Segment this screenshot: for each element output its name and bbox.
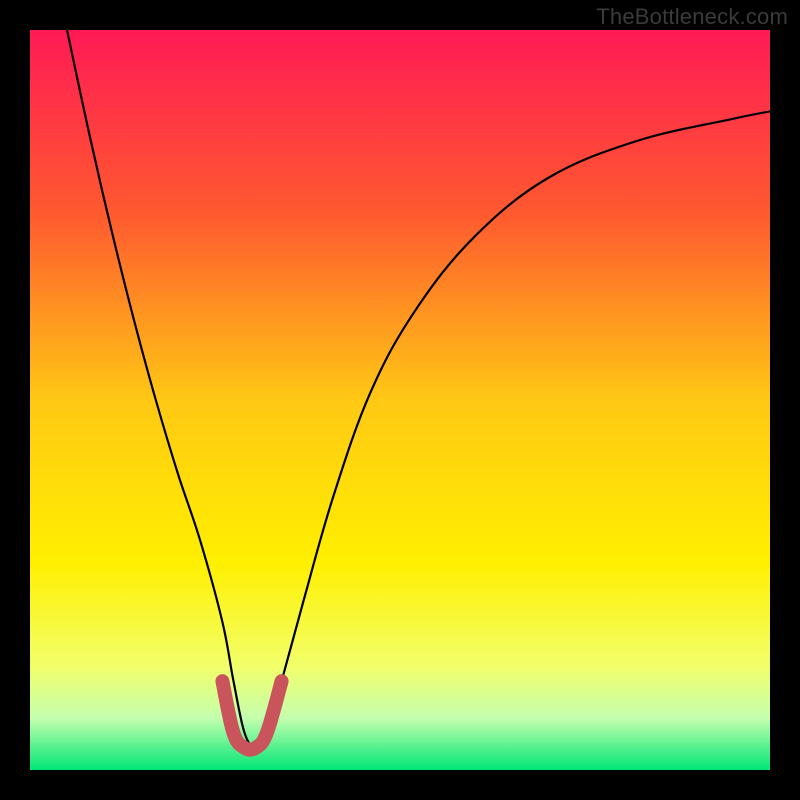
- chart-frame: [30, 30, 770, 770]
- watermark-text: TheBottleneck.com: [596, 4, 788, 30]
- gradient-background: [30, 30, 770, 770]
- bottleneck-chart: [30, 30, 770, 770]
